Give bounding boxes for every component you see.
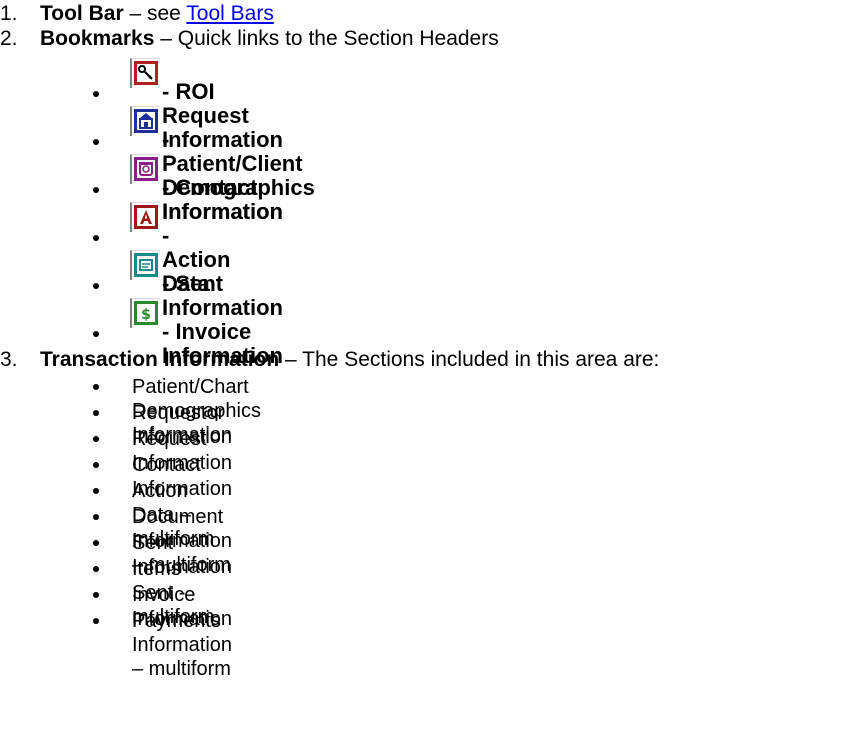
bookmark-label[interactable]: - Sent Information [162, 272, 283, 320]
item-title: Transaction Information [40, 348, 280, 371]
bullet [93, 139, 99, 145]
house-icon[interactable] [130, 106, 160, 136]
bookmark-label[interactable]: - Contact Information [162, 176, 283, 224]
bullet [93, 283, 99, 289]
bullet [93, 410, 99, 416]
bullet [93, 514, 99, 520]
item-description: – The Sections included in this area are… [279, 348, 660, 371]
letter-a-icon[interactable] [130, 202, 160, 232]
item-title: Bookmarks [40, 27, 155, 50]
envelope-icon[interactable] [130, 250, 160, 280]
bullet [93, 618, 99, 624]
item-number: 3. [0, 348, 18, 371]
item-title: Tool Bar [40, 2, 124, 25]
bullet [93, 331, 99, 337]
dollar-icon[interactable]: $ [130, 298, 160, 328]
key-icon[interactable] [130, 58, 160, 88]
item-description: – Quick links to the Section Headers [154, 27, 499, 50]
bullet [93, 235, 99, 241]
bullet [93, 187, 99, 193]
item-separator: – see [123, 2, 187, 25]
bullet [93, 384, 99, 390]
bullet [93, 488, 99, 494]
item-number: 2. [0, 27, 18, 50]
bullet [93, 592, 99, 598]
tool-bars-link[interactable]: Tool Bars [186, 2, 274, 25]
phone-icon[interactable] [130, 154, 160, 184]
bullet [93, 91, 99, 97]
bullet [93, 462, 99, 468]
bullet [93, 540, 99, 546]
svg-text:$: $ [141, 307, 151, 323]
section-label: Payments Information – multiform [132, 610, 233, 680]
bullet [93, 566, 99, 572]
bullet [93, 436, 99, 442]
item-number: 1. [0, 2, 18, 25]
